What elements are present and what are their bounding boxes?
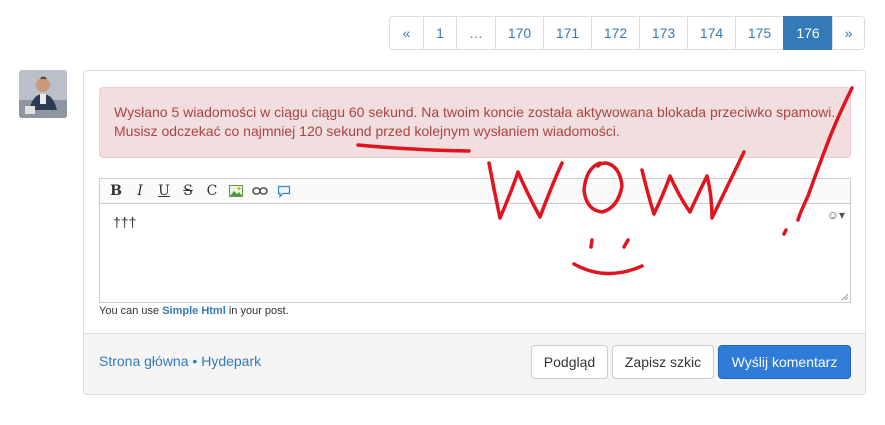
comment-textarea[interactable]: ††† ☺▾ bbox=[99, 204, 851, 303]
speech-bubble-icon bbox=[277, 185, 291, 198]
breadcrumb-separator: • bbox=[192, 353, 198, 369]
code-button[interactable]: C bbox=[200, 180, 224, 202]
pagination-ellipsis: … bbox=[456, 16, 496, 50]
pagination-page-174[interactable]: 174 bbox=[687, 16, 736, 50]
spam-block-alert: Wysłano 5 wiadomości w ciągu ciągu 60 se… bbox=[99, 87, 851, 158]
help-prefix: You can use bbox=[99, 305, 163, 317]
submit-comment-button[interactable]: Wyślij komentarz bbox=[718, 345, 851, 379]
form-footer: Strona główna • Hydepark Podgląd Zapisz … bbox=[84, 333, 865, 394]
pagination-prev-button[interactable]: « bbox=[389, 16, 424, 50]
avatar[interactable] bbox=[19, 70, 67, 118]
insert-quote-button[interactable] bbox=[272, 180, 296, 202]
resize-handle-icon[interactable] bbox=[841, 293, 849, 301]
help-suffix: in your post. bbox=[225, 305, 289, 317]
alert-message: Wysłano 5 wiadomości w ciągu ciągu 60 se… bbox=[114, 104, 836, 139]
bold-button[interactable]: B bbox=[104, 180, 128, 202]
underline-button[interactable]: U bbox=[152, 180, 176, 202]
pagination-page-172[interactable]: 172 bbox=[591, 16, 640, 50]
insert-link-button[interactable] bbox=[248, 180, 272, 202]
pagination-page-170[interactable]: 170 bbox=[495, 16, 544, 50]
avatar-image bbox=[19, 70, 67, 118]
pagination-page-171[interactable]: 171 bbox=[543, 16, 592, 50]
breadcrumb-home-link[interactable]: Strona główna bbox=[99, 353, 189, 369]
emoticon-picker-button[interactable]: ☺▾ bbox=[827, 208, 845, 222]
comment-form-panel: Wysłano 5 wiadomości w ciągu ciągu 60 se… bbox=[83, 70, 866, 395]
pagination-page-1[interactable]: 1 bbox=[423, 16, 457, 50]
simple-html-link[interactable]: Simple Html bbox=[162, 305, 226, 317]
pagination-page-175[interactable]: 175 bbox=[735, 16, 784, 50]
editor-toolbar: B I U S C bbox=[99, 178, 851, 204]
html-help-text: You can use Simple Html in your post. bbox=[99, 305, 289, 317]
breadcrumb: Strona główna • Hydepark bbox=[99, 353, 261, 369]
insert-image-button[interactable] bbox=[224, 180, 248, 202]
pagination-page-176-current[interactable]: 176 bbox=[783, 16, 833, 50]
comment-text: ††† bbox=[113, 214, 137, 230]
pagination: « 1 … 170 171 172 173 174 175 176 » bbox=[389, 16, 865, 50]
breadcrumb-forum-link[interactable]: Hydepark bbox=[201, 353, 261, 369]
link-icon bbox=[252, 187, 268, 195]
pagination-next-button[interactable]: » bbox=[832, 16, 865, 50]
pagination-page-173[interactable]: 173 bbox=[639, 16, 688, 50]
italic-button[interactable]: I bbox=[128, 180, 152, 202]
save-draft-button[interactable]: Zapisz szkic bbox=[612, 345, 714, 379]
preview-button[interactable]: Podgląd bbox=[531, 345, 608, 379]
strikethrough-button[interactable]: S bbox=[176, 180, 200, 202]
image-icon bbox=[229, 185, 243, 197]
